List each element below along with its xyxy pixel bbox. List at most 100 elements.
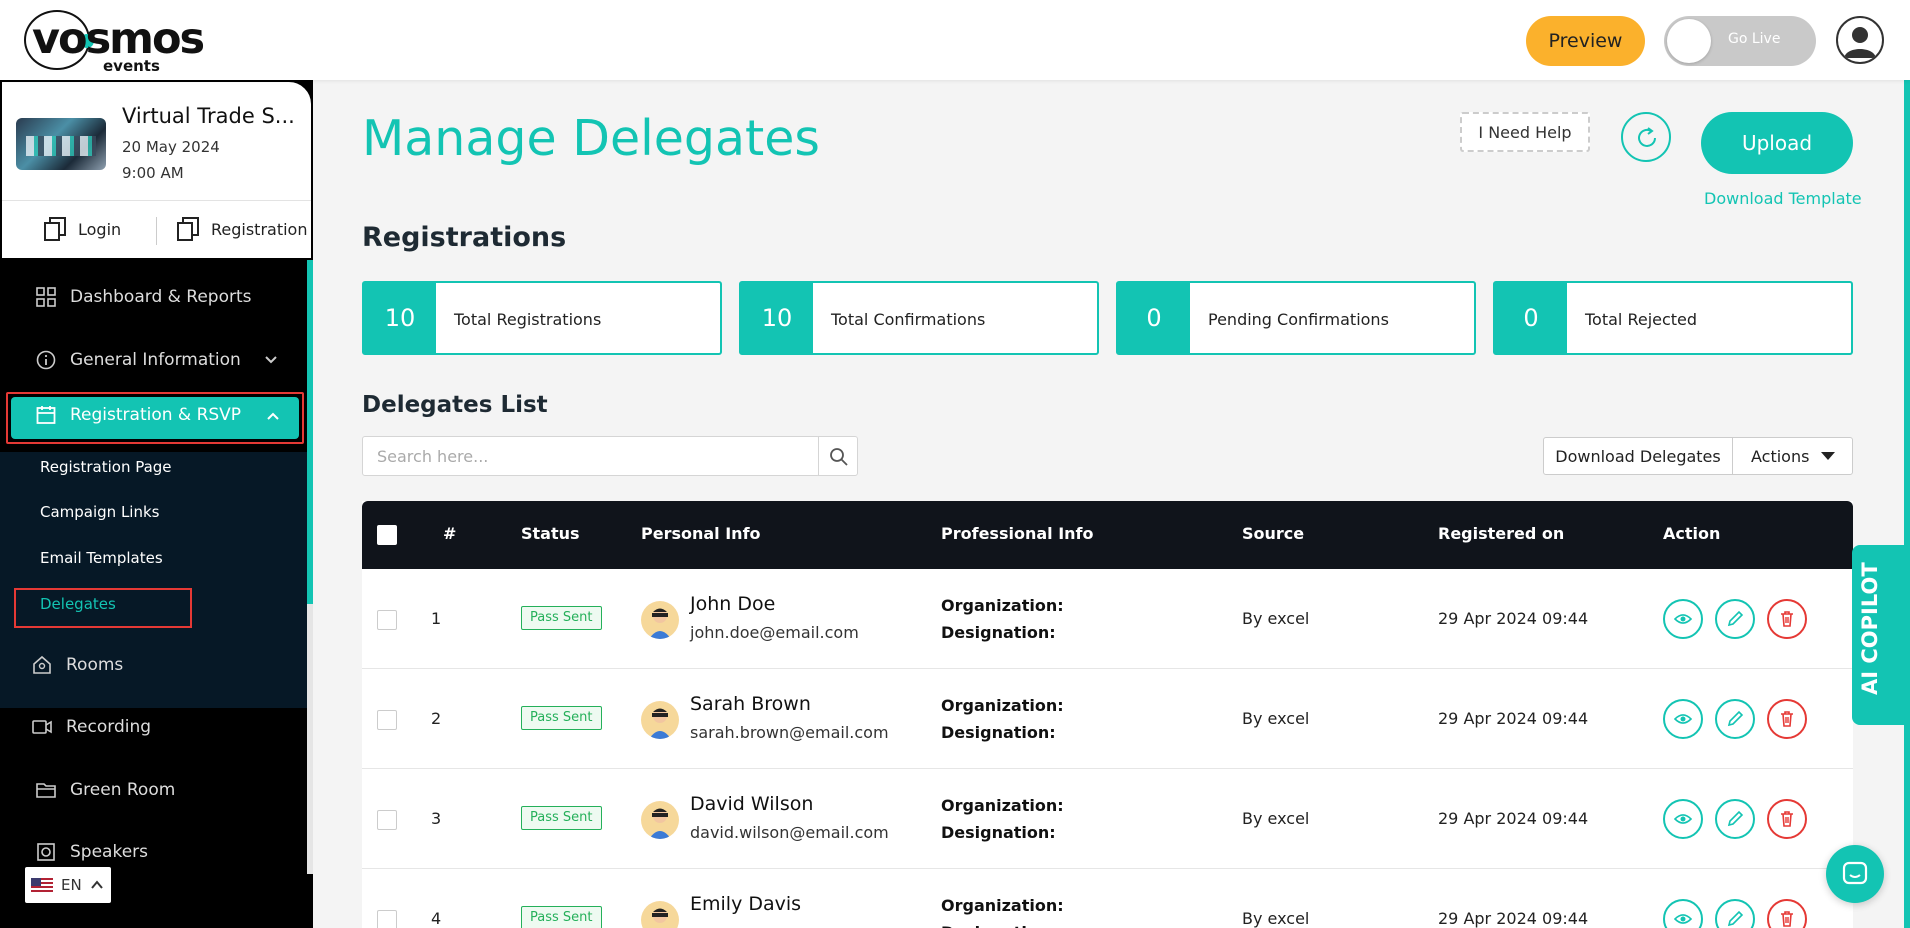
column-header: Personal Info [641, 524, 761, 543]
stat-value: 10 [364, 283, 436, 353]
sidebar-item-label: Rooms [66, 655, 124, 675]
registrations-heading: Registrations [362, 222, 567, 253]
subnav-delegates[interactable]: Delegates [40, 595, 116, 613]
search-button[interactable] [818, 436, 858, 476]
scrollbar-track[interactable] [307, 604, 313, 874]
delete-button[interactable] [1767, 699, 1807, 739]
designation-label: Designation: [941, 623, 1056, 642]
delete-button[interactable] [1767, 799, 1807, 839]
eye-icon [1674, 914, 1692, 924]
row-checkbox[interactable] [377, 910, 397, 928]
designation-label: Designation: [941, 823, 1056, 842]
column-header: Source [1242, 524, 1305, 543]
download-delegates-button[interactable]: Download Delegates [1543, 437, 1733, 475]
event-card: Virtual Trade S... 20 May 2024 9:00 AM L… [0, 80, 313, 260]
stat-label: Total Rejected [1585, 310, 1698, 329]
subnav-campaign-links[interactable]: Campaign Links [40, 503, 160, 521]
edit-button[interactable] [1715, 799, 1755, 839]
registration-link[interactable]: Registration [177, 217, 307, 241]
avatar [641, 801, 679, 839]
sidebar-item-recording[interactable]: Recording [32, 712, 151, 742]
download-template-link[interactable]: Download Template [1704, 189, 1862, 208]
sidebar-item-dashboard[interactable]: Dashboard & Reports [36, 282, 252, 312]
page-scrollbar[interactable] [1904, 80, 1910, 928]
eye-icon [1674, 614, 1692, 624]
search-input[interactable] [362, 436, 820, 476]
event-date: 20 May 2024 [122, 138, 220, 156]
subnav-registration-page[interactable]: Registration Page [40, 458, 172, 476]
user-avatar-icon[interactable] [1836, 16, 1884, 64]
go-live-label: Go Live [1728, 31, 1781, 47]
column-header: Action [1663, 524, 1721, 543]
row-checkbox[interactable] [377, 710, 397, 730]
help-button[interactable]: I Need Help [1460, 112, 1590, 152]
delegate-email: john.doe@email.com [690, 623, 859, 642]
delegate-email: sarah.brown@email.com [690, 723, 889, 742]
row-number: 4 [431, 909, 442, 928]
pencil-icon [1727, 910, 1744, 927]
row-number: 1 [431, 609, 442, 628]
event-time: 9:00 AM [122, 164, 184, 182]
edit-button[interactable] [1715, 699, 1755, 739]
sidebar-item-label: Green Room [70, 780, 176, 800]
trash-icon [1781, 711, 1793, 727]
vosmos-logo[interactable]: vosmos events [24, 8, 224, 75]
pencil-icon [1727, 710, 1744, 727]
trash-icon [1781, 811, 1793, 827]
view-button[interactable] [1663, 799, 1703, 839]
trash-icon [1781, 611, 1793, 627]
ai-copilot-tab[interactable]: AI COPILOT [1852, 545, 1910, 725]
avatar [641, 701, 679, 739]
upload-button[interactable]: Upload [1701, 112, 1853, 174]
sidebar-item-general-information[interactable]: General Information [36, 345, 241, 375]
pencil-icon [1727, 610, 1744, 627]
edit-button[interactable] [1715, 599, 1755, 639]
delete-button[interactable] [1767, 599, 1807, 639]
go-live-toggle[interactable]: Go Live [1664, 16, 1816, 66]
folder-icon [36, 783, 56, 798]
ai-copilot-label: AI COPILOT [1858, 562, 1882, 695]
organization-label: Organization: [941, 696, 1064, 715]
login-label: Login [78, 219, 122, 239]
sidebar-item-rooms[interactable]: Rooms [32, 650, 123, 680]
chat-button[interactable] [1826, 845, 1884, 903]
caret-down-icon [1821, 452, 1835, 460]
language-selector[interactable]: EN [25, 867, 111, 903]
source: By excel [1242, 909, 1310, 928]
login-link[interactable]: Login [44, 217, 121, 241]
organization-label: Organization: [941, 896, 1064, 915]
chevron-down-icon[interactable] [264, 353, 278, 367]
organization-label: Organization: [941, 796, 1064, 815]
delegates-list-heading: Delegates List [362, 392, 548, 418]
sidebar-item-registration-rsvp[interactable]: Registration & RSVP [6, 392, 304, 444]
designation-label: Designation: [941, 723, 1056, 742]
subnav-email-templates[interactable]: Email Templates [40, 549, 163, 567]
sidebar-item-speakers[interactable]: Speakers [36, 837, 148, 867]
select-all-checkbox[interactable] [377, 525, 397, 545]
view-button[interactable] [1663, 899, 1703, 928]
status-badge: Pass Sent [521, 706, 602, 730]
view-button[interactable] [1663, 699, 1703, 739]
row-checkbox[interactable] [377, 810, 397, 830]
column-header: Registered on [1438, 524, 1565, 543]
source: By excel [1242, 809, 1310, 828]
table-row: 1 Pass Sent John Doe john.doe@email.com … [362, 569, 1853, 669]
delegate-name: John Doe [690, 593, 776, 615]
row-checkbox[interactable] [377, 610, 397, 630]
stat-value: 0 [1495, 283, 1567, 353]
refresh-icon [1638, 127, 1656, 147]
chevron-up-icon [267, 412, 279, 420]
stat-label: Pending Confirmations [1208, 310, 1389, 329]
view-button[interactable] [1663, 599, 1703, 639]
status-badge: Pass Sent [521, 906, 602, 928]
refresh-button[interactable] [1621, 112, 1671, 162]
edit-button[interactable] [1715, 899, 1755, 928]
preview-button[interactable]: Preview [1526, 16, 1645, 66]
sidebar-item-green-room[interactable]: Green Room [36, 775, 175, 805]
delegate-name: David Wilson [690, 793, 814, 815]
actions-dropdown[interactable]: Actions [1732, 437, 1853, 475]
delegate-name: Sarah Brown [690, 693, 811, 715]
source: By excel [1242, 709, 1310, 728]
delete-button[interactable] [1767, 899, 1807, 928]
speaker-icon [37, 843, 55, 861]
